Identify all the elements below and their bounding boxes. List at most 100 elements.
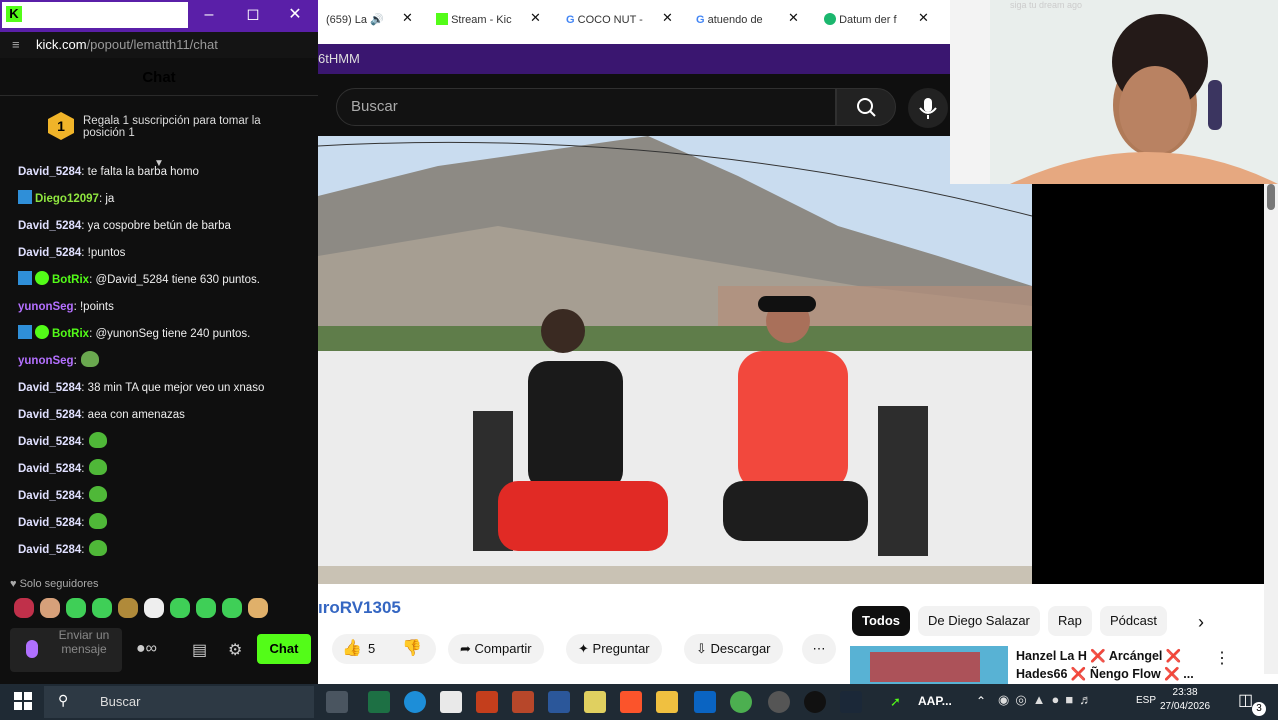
popup-url-bar[interactable]: ≡ kick.com/popout/lematth11/chat [0, 32, 318, 58]
chip-rap[interactable]: Rap [1048, 606, 1092, 636]
edge-icon[interactable] [404, 691, 426, 713]
chat-username[interactable]: David_5284 [18, 382, 81, 394]
stock-chart-icon[interactable]: ➚ [890, 694, 901, 710]
channel-name[interactable]: ıroRV1305 [318, 598, 401, 618]
taskbar-app-label[interactable]: AAP... [918, 694, 952, 708]
store-icon[interactable] [440, 691, 462, 713]
followers-only-label: ♥ Solo seguidores [10, 578, 99, 590]
media-player-icon[interactable] [584, 691, 606, 713]
language-indicator[interactable]: ESP [1136, 695, 1156, 706]
taskbar-clock[interactable]: 23:38 27/04/2026 [1160, 686, 1210, 714]
gear-icon[interactable]: ⚙ [228, 640, 242, 660]
chat-username[interactable]: David_5284 [18, 247, 81, 259]
chat-username[interactable]: BotRix [52, 328, 89, 340]
chat-username[interactable]: David_5284 [18, 436, 81, 448]
word-icon[interactable] [548, 691, 570, 713]
file-explorer-icon[interactable] [656, 691, 678, 713]
like-button[interactable]: 👍 [342, 634, 362, 664]
tab-google-coconut[interactable]: G COCO NUT - [566, 6, 643, 34]
task-view-icon[interactable] [326, 691, 348, 713]
chat-messages-list: David_5284: te falta la barba homo Diego1… [0, 160, 318, 570]
recommended-title[interactable]: Hanzel La H ❌ Arcángel ❌ Hades66 ❌ Ñengo … [1016, 647, 1206, 683]
emote-icon[interactable] [14, 598, 34, 618]
page-scrollbar[interactable] [1264, 184, 1278, 674]
emote-icon[interactable] [92, 598, 112, 618]
obs-icon[interactable] [804, 691, 826, 713]
maximize-button[interactable]: ◻ [232, 0, 274, 30]
excel-icon[interactable] [368, 691, 390, 713]
start-button[interactable] [14, 692, 32, 710]
emote-icon[interactable] [144, 598, 164, 618]
search-button[interactable] [836, 88, 896, 126]
chat-username[interactable]: yunonSeg [18, 355, 74, 367]
dislike-button[interactable]: 👎 [402, 634, 422, 664]
site-settings-icon[interactable]: ≡ [12, 32, 20, 58]
chat-username[interactable]: David_5284 [18, 463, 81, 475]
close-tab-icon[interactable]: ✕ [402, 10, 413, 26]
sub-badge-icon [18, 190, 32, 204]
steam-icon[interactable] [840, 691, 862, 713]
brave-icon[interactable] [620, 691, 642, 713]
chat-username[interactable]: Diego12097 [35, 193, 99, 205]
emote-icon[interactable] [248, 598, 268, 618]
ask-button[interactable]: ✦ Preguntar [566, 634, 662, 664]
close-tab-icon[interactable]: ✕ [530, 10, 541, 26]
outlook-icon[interactable] [694, 691, 716, 713]
google-icon: G [566, 14, 575, 26]
scrollbar-thumb[interactable] [1267, 184, 1275, 210]
app-icon[interactable] [768, 691, 790, 713]
tray-chevron-icon[interactable]: ⌃ [976, 694, 986, 708]
kebab-menu-icon[interactable]: ⋮ [1214, 648, 1230, 668]
taskbar-search[interactable]: Buscar [44, 686, 314, 718]
notification-icon[interactable]: ◫ [1238, 690, 1253, 710]
minimize-button[interactable]: – [188, 0, 230, 30]
emote-icon[interactable] [118, 598, 138, 618]
chat-username[interactable]: David_5284 [18, 490, 81, 502]
youtube-search-input[interactable]: Buscar [336, 88, 836, 126]
chat-message-text: : te falta la barba homo [81, 166, 199, 178]
close-button[interactable]: ✕ [274, 0, 316, 30]
more-options-button[interactable]: ⋯ [802, 634, 836, 664]
send-chat-button[interactable]: Chat [257, 634, 311, 664]
tab-kick-stream[interactable]: Stream - Kic [436, 6, 512, 34]
system-tray-icons[interactable]: ◉◎▲●■♬ [998, 692, 1098, 708]
video-player[interactable] [318, 136, 1032, 584]
emote-picker-icon[interactable]: ●∞ [136, 640, 157, 658]
speaker-icon[interactable]: 🔊 [370, 14, 384, 26]
emote-icon[interactable] [66, 598, 86, 618]
video-frame-image [318, 136, 1032, 584]
chat-username[interactable]: yunonSeg [18, 301, 74, 313]
chat-username[interactable]: David_5284 [18, 517, 81, 529]
share-button[interactable]: ➦ Compartir [448, 634, 544, 664]
chat-username[interactable]: BotRix [52, 274, 89, 286]
powerpoint-icon[interactable] [476, 691, 498, 713]
emote-bar[interactable] [14, 598, 274, 622]
tab-google-atuendo[interactable]: G atuendo de [696, 6, 763, 34]
close-tab-icon[interactable]: ✕ [918, 10, 929, 26]
recommended-thumbnail[interactable] [850, 646, 1008, 684]
tab-youtube[interactable]: (659) La 🔊 [326, 6, 384, 34]
chat-username[interactable]: David_5284 [18, 544, 81, 556]
chip-podcast[interactable]: Pódcast [1100, 606, 1167, 636]
voice-search-button[interactable] [908, 88, 948, 128]
tab-datum[interactable]: Datum der f [824, 6, 897, 34]
emote-icon[interactable] [222, 598, 242, 618]
chevron-right-icon[interactable]: › [1198, 612, 1204, 633]
emote-icon[interactable] [170, 598, 190, 618]
close-tab-icon[interactable]: ✕ [662, 10, 673, 26]
chrome-icon[interactable] [730, 691, 752, 713]
emote-icon[interactable] [196, 598, 216, 618]
chat-message: David_5284: te falta la barba homo [18, 162, 199, 182]
download-button[interactable]: ⇩ Descargar [684, 634, 783, 664]
emote-icon[interactable] [40, 598, 60, 618]
chat-username[interactable]: David_5284 [18, 166, 81, 178]
access-icon[interactable] [512, 691, 534, 713]
chip-todos[interactable]: Todos [852, 606, 911, 636]
chat-username[interactable]: David_5284 [18, 409, 81, 421]
microphone-icon[interactable] [26, 640, 38, 658]
chip-de-diego-salazar[interactable]: De Diego Salazar [918, 606, 1040, 636]
store-icon[interactable]: ▤ [192, 640, 207, 660]
close-tab-icon[interactable]: ✕ [788, 10, 799, 26]
chat-message: BotRix: @yunonSeg tiene 240 puntos. [18, 324, 250, 344]
chat-username[interactable]: David_5284 [18, 220, 81, 232]
